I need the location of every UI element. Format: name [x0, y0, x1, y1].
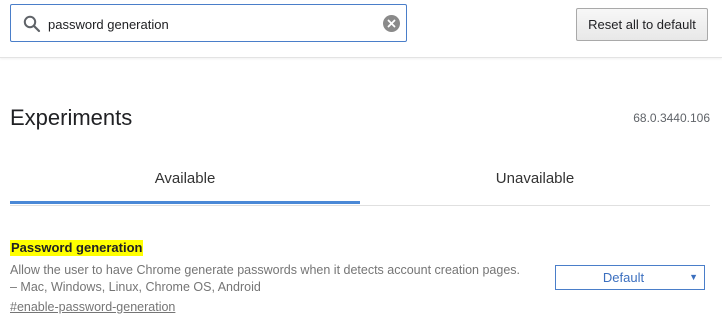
experiment-description-line: Allow the user to have Chrome generate p… — [10, 263, 521, 277]
reset-all-button[interactable]: Reset all to default — [576, 8, 708, 41]
experiment-state-select[interactable]: Default ▼ — [555, 265, 705, 290]
experiment-description: Allow the user to have Chrome generate p… — [10, 262, 550, 296]
select-value: Default — [602, 270, 645, 285]
search-input[interactable] — [48, 14, 368, 34]
tab-selected-indicator — [10, 201, 360, 204]
page-title: Experiments — [10, 105, 133, 130]
header-bar: Reset all to default — [0, 0, 722, 58]
search-box[interactable] — [10, 4, 407, 42]
tab-available[interactable]: Available — [10, 155, 360, 203]
dropdown-arrow-icon: ▼ — [689, 272, 698, 282]
clear-search-icon[interactable] — [383, 15, 400, 32]
tab-unavailable[interactable]: Unavailable — [360, 155, 710, 203]
experiment-permalink[interactable]: #enable-password-generation — [10, 299, 175, 316]
tab-bar: Available Unavailable — [10, 155, 710, 206]
search-icon — [23, 15, 41, 33]
version-label: 68.0.3440.106 — [633, 111, 710, 125]
experiment-platforms: – Mac, Windows, Linux, Chrome OS, Androi… — [10, 280, 261, 294]
experiment-name: Password generation — [10, 240, 144, 256]
